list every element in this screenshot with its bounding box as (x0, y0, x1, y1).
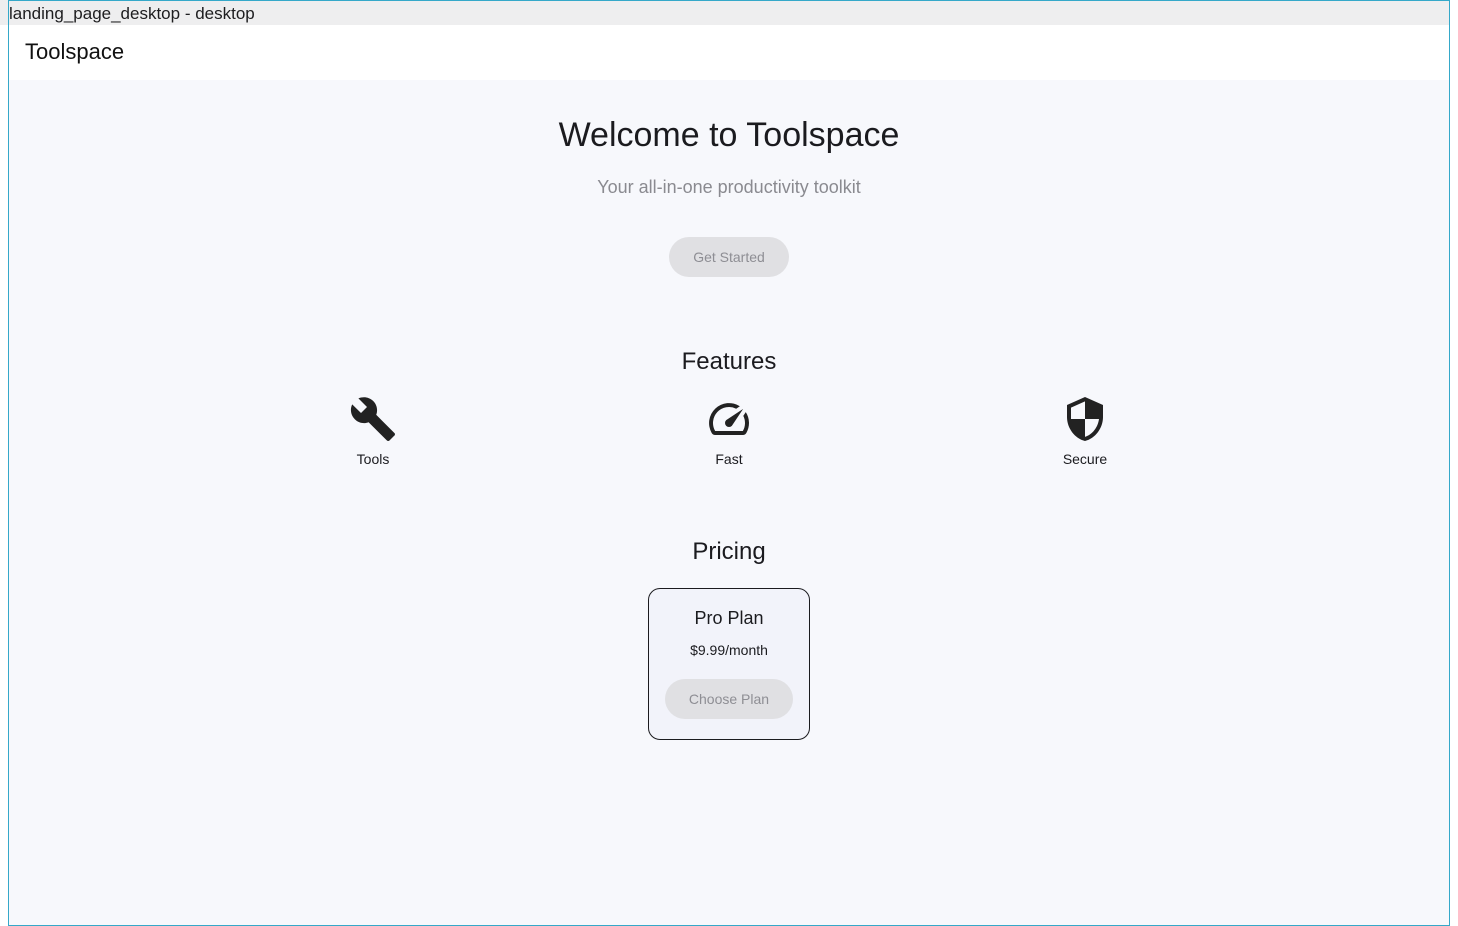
feature-label-secure: Secure (1062, 451, 1108, 467)
feature-secure: Secure (1005, 395, 1165, 467)
feature-fast: Fast (649, 395, 809, 467)
features-heading: Features (681, 348, 777, 375)
feature-label-tools: Tools (356, 451, 390, 467)
wrench-icon (350, 397, 395, 441)
hero-subtitle: Your all-in-one productivity toolkit (597, 177, 861, 197)
shield-icon (1067, 397, 1103, 441)
frame-title: landing_page_desktop - desktop (0, 0, 1450, 25)
plan-name: Pro Plan (694, 608, 764, 628)
choose-plan-button[interactable]: Choose Plan (665, 679, 793, 719)
pro-plan-card: Pro Plan $9.99/month Choose Plan (648, 588, 810, 740)
app-bar: Toolspace (9, 25, 1449, 80)
hero-title: Welcome to Toolspace (558, 116, 900, 154)
pricing-heading: Pricing (692, 538, 766, 565)
plan-price: $9.99/month (690, 642, 768, 658)
feature-label-fast: Fast (715, 451, 743, 467)
speedometer-icon (709, 403, 749, 436)
app-screen: Toolspace Welcome to Toolspace Your all-… (9, 25, 1449, 925)
app-bar-title: Toolspace (25, 39, 125, 64)
get-started-button[interactable]: Get Started (669, 237, 789, 277)
feature-tools: Tools (293, 395, 453, 467)
